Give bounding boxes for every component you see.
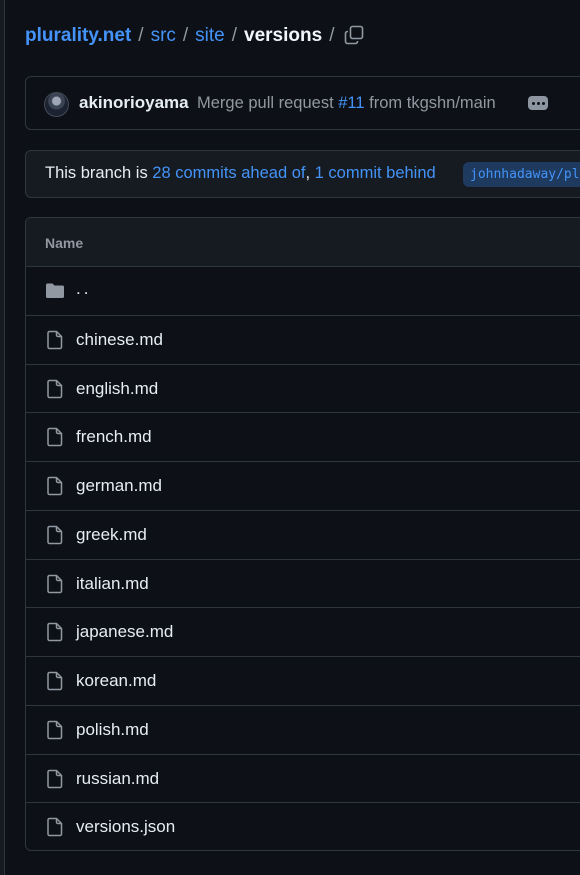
copy-icon [344, 25, 364, 45]
name-column-header: Name [45, 235, 84, 251]
file-table: Name .. chinese.md english.md french.md germ… [25, 217, 580, 851]
file-name-link[interactable]: german.md [76, 476, 162, 496]
left-rail [0, 0, 5, 875]
file-name-link[interactable]: greek.md [76, 525, 147, 545]
file-name-link[interactable]: italian.md [76, 574, 149, 594]
breadcrumb-separator: / [138, 25, 144, 46]
folder-icon [45, 281, 65, 301]
file-icon [45, 476, 65, 496]
file-row[interactable]: japanese.md [26, 608, 580, 657]
file-row[interactable]: italian.md [26, 560, 580, 609]
file-icon [45, 427, 65, 447]
branch-status-prefix: This branch is [45, 164, 153, 182]
breadcrumb-current: versions [244, 25, 323, 46]
file-icon [45, 817, 65, 837]
upstream-branch-label[interactable]: johnhadaway/plurality.net [463, 162, 580, 187]
pull-request-link[interactable]: #11 [338, 94, 364, 112]
file-row[interactable]: versions.json [26, 803, 580, 850]
file-name-link[interactable]: korean.md [76, 671, 156, 691]
file-icon [45, 525, 65, 545]
file-icon [45, 671, 65, 691]
file-row[interactable]: polish.md [26, 706, 580, 755]
file-browser-page: plurality.net / src / site / versions / … [0, 0, 580, 875]
file-row[interactable]: chinese.md [26, 316, 580, 365]
commit-message-prefix: Merge pull request [197, 94, 339, 112]
file-icon [45, 379, 65, 399]
copy-path-button[interactable] [340, 21, 368, 49]
commit-message[interactable]: Merge pull request #11 from tkgshn/main [197, 94, 496, 113]
table-header: Name [26, 218, 580, 267]
file-icon [45, 574, 65, 594]
file-row[interactable]: english.md [26, 365, 580, 414]
file-row[interactable]: french.md [26, 413, 580, 462]
breadcrumb-src-link[interactable]: src [151, 25, 176, 47]
breadcrumb: plurality.net / src / site / versions / [25, 22, 341, 50]
file-name-link[interactable]: versions.json [76, 817, 175, 837]
latest-commit-box: akinorioyama Merge pull request #11 from… [25, 76, 580, 130]
file-name-link[interactable]: chinese.md [76, 330, 163, 350]
file-row[interactable]: greek.md [26, 511, 580, 560]
avatar[interactable] [44, 92, 69, 117]
commit-message-suffix: from tkgshn/main [364, 94, 496, 112]
file-name-link[interactable]: english.md [76, 379, 158, 399]
breadcrumb-trailing-separator: / [329, 25, 335, 46]
branch-status-text: This branch is 28 commits ahead of, 1 co… [45, 164, 436, 183]
breadcrumb-separator: / [182, 25, 189, 46]
parent-directory-link[interactable]: .. [76, 279, 91, 299]
file-icon [45, 622, 65, 642]
breadcrumb-separator: / [231, 25, 238, 46]
breadcrumb-site-link[interactable]: site [195, 25, 225, 47]
ellipsis-icon [531, 101, 535, 105]
branch-status-comma: , [305, 164, 315, 182]
file-name-link[interactable]: french.md [76, 427, 152, 447]
file-icon [45, 720, 65, 740]
file-name-link[interactable]: russian.md [76, 769, 159, 789]
parent-directory-row[interactable]: .. [26, 267, 580, 316]
commits-ahead-link[interactable]: 28 commits ahead of [152, 164, 305, 182]
file-row[interactable]: german.md [26, 462, 580, 511]
file-row[interactable]: korean.md [26, 657, 580, 706]
file-row[interactable]: russian.md [26, 755, 580, 804]
breadcrumb-repo-link[interactable]: plurality.net [25, 25, 131, 47]
file-name-link[interactable]: polish.md [76, 720, 149, 740]
commit-details-toggle[interactable] [528, 96, 548, 110]
file-icon [45, 769, 65, 789]
file-name-link[interactable]: japanese.md [76, 622, 173, 642]
commit-author-link[interactable]: akinorioyama [79, 93, 189, 113]
commits-behind-link[interactable]: 1 commit behind [315, 164, 436, 182]
branch-status-box: This branch is 28 commits ahead of, 1 co… [25, 150, 580, 198]
file-icon [45, 330, 65, 350]
